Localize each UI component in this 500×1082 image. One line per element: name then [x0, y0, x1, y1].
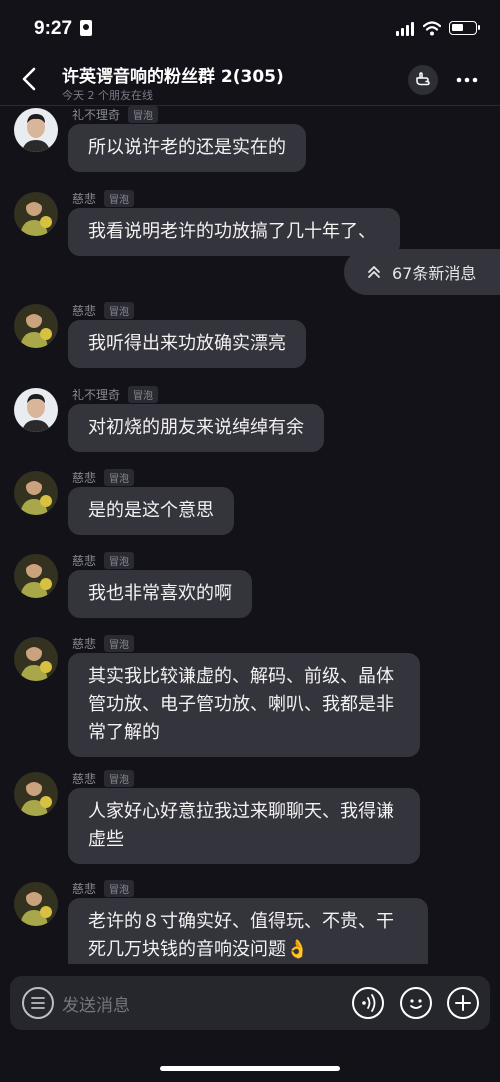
signal-icon [396, 22, 416, 36]
member-tag: 冒泡 [104, 302, 135, 319]
avatar[interactable] [14, 554, 58, 598]
new-messages-label: 67条新消息 [392, 264, 477, 283]
sender-name: 慈悲 [72, 637, 97, 651]
sender-name: 慈悲 [72, 772, 97, 786]
list-icon[interactable] [22, 987, 54, 1019]
sender-name: 慈悲 [72, 304, 97, 318]
member-tag: 冒泡 [128, 106, 159, 123]
avatar[interactable] [14, 304, 58, 348]
status-time: 9:27 [34, 18, 73, 39]
avatar[interactable] [14, 637, 58, 681]
message-list[interactable]: 礼不理奇 冒泡 所以说许老的还是实在的 慈悲 冒泡 我看说明老许的功放搞了几十年… [0, 104, 500, 964]
avatar[interactable] [14, 882, 58, 926]
message-bubble[interactable]: 老许的８寸确实好、值得玩、不贵、干死几万块钱的音响没问题👌 [68, 898, 428, 964]
member-tag: 冒泡 [104, 770, 135, 787]
wifi-icon [423, 21, 441, 36]
avatar[interactable] [14, 108, 58, 152]
chat-header: 许英谔音响的粉丝群 2(305) 今天 2 个朋友在线 [0, 56, 500, 106]
sender-name: 慈悲 [72, 882, 97, 896]
member-tag: 冒泡 [128, 386, 159, 403]
message-bubble[interactable]: 是的是这个意思 [68, 487, 234, 535]
chevron-left-icon[interactable] [14, 62, 48, 96]
status-bar: 9:27 [0, 0, 500, 56]
member-tag: 冒泡 [104, 190, 135, 207]
double-chevron-up-icon [368, 266, 380, 278]
avatar[interactable] [14, 192, 58, 236]
member-tag: 冒泡 [104, 469, 135, 486]
plus-icon[interactable] [447, 987, 479, 1019]
message-bubble[interactable]: 人家好心好意拉我过来聊聊天、我得谦虚些 [68, 788, 420, 864]
pointing-hand-icon[interactable] [408, 65, 438, 95]
group-title[interactable]: 许英谔音响的粉丝群 2(305) [62, 62, 284, 87]
message-input[interactable]: 发送消息 [62, 991, 130, 1016]
home-indicator [160, 1066, 340, 1071]
battery-icon [449, 21, 480, 35]
sender-name: 慈悲 [72, 554, 97, 568]
message-input-bar: 发送消息 [10, 976, 490, 1030]
message-bubble[interactable]: 对初烧的朋友来说绰绰有余 [68, 404, 324, 452]
member-tag: 冒泡 [104, 880, 135, 897]
new-messages-button[interactable]: 67条新消息 [344, 249, 500, 295]
member-tag: 冒泡 [104, 635, 135, 652]
message-bubble[interactable]: 所以说许老的还是实在的 [68, 124, 306, 172]
avatar[interactable] [14, 388, 58, 432]
sender-name: 慈悲 [72, 471, 97, 485]
avatar[interactable] [14, 772, 58, 816]
sender-name: 礼不理奇 [72, 108, 121, 122]
message-bubble[interactable]: 我看说明老许的功放搞了几十年了、 [68, 208, 400, 256]
contact-card-icon [80, 20, 92, 36]
more-dots-icon[interactable] [452, 65, 482, 95]
message-bubble[interactable]: 我听得出来功放确实漂亮 [68, 320, 306, 368]
member-tag: 冒泡 [104, 552, 135, 569]
voice-icon[interactable] [352, 987, 384, 1019]
message-bubble[interactable]: 我也非常喜欢的啊 [68, 570, 252, 618]
emoji-icon[interactable] [400, 987, 432, 1019]
online-status: 今天 2 个朋友在线 [62, 89, 153, 102]
sender-name: 礼不理奇 [72, 388, 121, 402]
message-bubble[interactable]: 其实我比较谦虚的、解码、前级、晶体管功放、电子管功放、喇叭、我都是非常了解的 [68, 653, 420, 757]
sender-name: 慈悲 [72, 192, 97, 206]
avatar[interactable] [14, 471, 58, 515]
